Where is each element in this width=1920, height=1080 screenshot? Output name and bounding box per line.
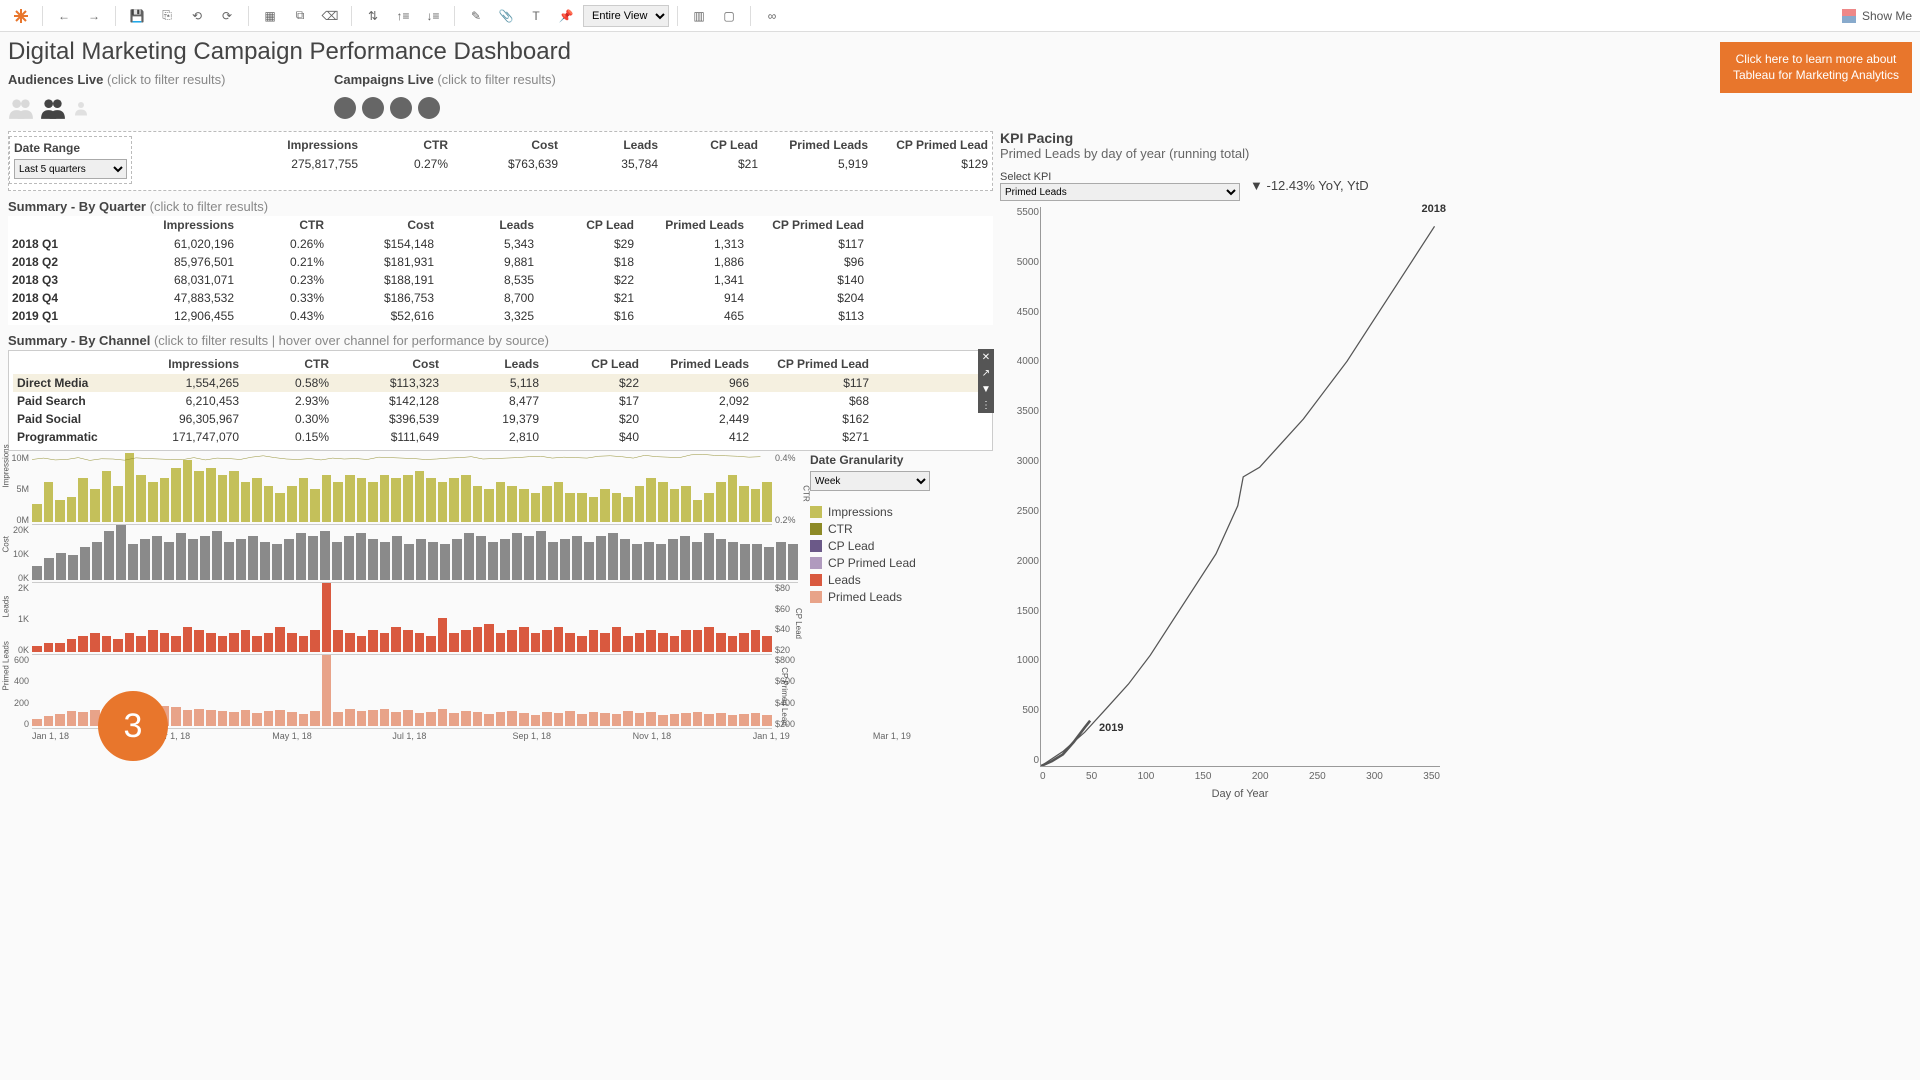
open-icon[interactable]: ↗ — [978, 365, 994, 381]
label-icon[interactable]: T — [523, 3, 549, 29]
table-row[interactable]: Direct Media1,554,2650.58%$113,3235,118$… — [13, 374, 988, 392]
summary-quarter-title: Summary - By Quarter (click to filter re… — [8, 199, 993, 214]
group-icon[interactable]: 📎 — [493, 3, 519, 29]
table-row[interactable]: 2018 Q285,976,5010.21%$181,9319,881$181,… — [8, 253, 993, 271]
legend-item[interactable]: Leads — [810, 573, 988, 587]
panel-tools: ✕ ↗ ▼ ⋮ — [978, 349, 994, 413]
table-row[interactable]: Paid Search6,210,4532.93%$142,1288,477$1… — [13, 392, 988, 410]
pin-icon[interactable]: 📌 — [553, 3, 579, 29]
audience-icon-1[interactable] — [8, 97, 34, 119]
sort-asc-icon[interactable]: ↑≡ — [390, 3, 416, 29]
presentation-icon[interactable]: ▢ — [716, 3, 742, 29]
campaign-icon-2[interactable] — [362, 97, 384, 119]
audience-icon-2[interactable] — [40, 97, 66, 119]
kpi-chart: 5500500045004000350030002500200015001000… — [1040, 207, 1440, 767]
kpi-panel: KPI Pacing Primed Leads by day of year (… — [1000, 130, 1440, 800]
campaign-icon-4[interactable] — [418, 97, 440, 119]
close-icon[interactable]: ✕ — [978, 349, 994, 365]
page-title: Digital Marketing Campaign Performance D… — [8, 38, 1912, 66]
date-range-label: Date Range — [14, 141, 80, 155]
table-row[interactable]: Paid Social96,305,9670.30%$396,53919,379… — [13, 410, 988, 428]
table-row[interactable]: 2018 Q447,883,5320.33%$186,7538,700$2191… — [8, 289, 993, 307]
chart-legend: Impressions CTR CP Lead CP Primed Lead Leads… — [810, 505, 988, 604]
date-range-filter: Date Range Last 5 quarters — [9, 136, 132, 184]
metrics-header: ImpressionsCTRCostLeadsCP LeadPrimed Lea… — [132, 136, 992, 155]
campaigns-header: Campaigns Live (click to filter results) — [334, 72, 556, 87]
audiences-header: Audiences Live (click to filter results) — [8, 72, 328, 87]
legend-item[interactable]: Primed Leads — [810, 590, 988, 604]
kpi-ann-2018: 2018 — [1422, 203, 1446, 215]
date-granularity-label: Date Granularity — [810, 453, 988, 467]
kpi-select[interactable]: Primed Leads — [1000, 183, 1240, 201]
save-icon[interactable]: 💾 — [124, 3, 150, 29]
legend-item[interactable]: Impressions — [810, 505, 988, 519]
chart-leads: Leads2K1K0K$80$60$40$20CP Lead — [8, 583, 798, 655]
auto-update-icon[interactable]: ⟲ — [184, 3, 210, 29]
table-row[interactable]: 2019 Q112,906,4550.43%$52,6163,325$16465… — [8, 307, 993, 325]
share-icon[interactable]: ∞ — [759, 3, 785, 29]
metrics-totals: 275,817,7550.27%$763,63935,784$215,919$1… — [132, 155, 992, 173]
chart-impressions: Impressions10M5M0M0.4%0.2%CTR — [8, 453, 798, 525]
swap-icon[interactable]: ⇅ — [360, 3, 386, 29]
campaign-icon-1[interactable] — [334, 97, 356, 119]
date-granularity-select[interactable]: Week — [810, 471, 930, 491]
fit-select[interactable]: Entire View — [583, 5, 669, 27]
legend-item[interactable]: CP Lead — [810, 539, 988, 553]
show-me-icon — [1842, 9, 1856, 23]
new-data-icon[interactable]: ⎘ — [154, 3, 180, 29]
duplicate-icon[interactable]: ⧉ — [287, 3, 313, 29]
kpi-ann-2019: 2019 — [1099, 722, 1123, 734]
toolbar: ← → 💾 ⎘ ⟲ ⟳ ▦ ⧉ ⌫ ⇅ ↑≡ ↓≡ ✎ 📎 T 📌 Entire… — [0, 0, 1920, 32]
kpi-title: KPI Pacing — [1000, 130, 1440, 146]
audience-icon-3[interactable] — [72, 97, 90, 119]
table-row[interactable]: Programmatic171,747,0700.15%$111,6492,81… — [13, 428, 988, 446]
undo-icon[interactable]: ← — [51, 3, 77, 29]
date-range-select[interactable]: Last 5 quarters — [14, 159, 127, 179]
kpi-xlabel: Day of Year — [1040, 788, 1440, 800]
kpi-change: ▼ -12.43% YoY, YtD — [1250, 178, 1369, 193]
summary-channel-title: Summary - By Channel (click to filter re… — [8, 333, 993, 348]
legend-item[interactable]: CTR — [810, 522, 988, 536]
sort-desc-icon[interactable]: ↓≡ — [420, 3, 446, 29]
clear-icon[interactable]: ⌫ — [317, 3, 343, 29]
redo-icon[interactable]: → — [81, 3, 107, 29]
promo-button[interactable]: Click here to learn more about Tableau f… — [1720, 42, 1912, 93]
highlight-icon[interactable]: ✎ — [463, 3, 489, 29]
filter-icon[interactable]: ▼ — [978, 381, 994, 397]
step-badge: 3 — [98, 691, 168, 761]
tableau-logo-icon — [8, 3, 34, 29]
table-row[interactable]: 2018 Q161,020,1960.26%$154,1485,343$291,… — [8, 235, 993, 253]
kpi-subtitle: Primed Leads by day of year (running tot… — [1000, 146, 1440, 161]
show-me-button[interactable]: Show Me — [1842, 9, 1912, 23]
chart-cost: Cost20K10K0K — [8, 525, 798, 583]
new-worksheet-icon[interactable]: ▦ — [257, 3, 283, 29]
more-icon[interactable]: ⋮ — [978, 397, 994, 413]
run-icon[interactable]: ⟳ — [214, 3, 240, 29]
table-row[interactable]: 2018 Q368,031,0710.23%$188,1918,535$221,… — [8, 271, 993, 289]
show-cards-icon[interactable]: ▥ — [686, 3, 712, 29]
campaign-icon-3[interactable] — [390, 97, 412, 119]
kpi-select-label: Select KPI — [1000, 171, 1051, 183]
legend-item[interactable]: CP Primed Lead — [810, 556, 988, 570]
